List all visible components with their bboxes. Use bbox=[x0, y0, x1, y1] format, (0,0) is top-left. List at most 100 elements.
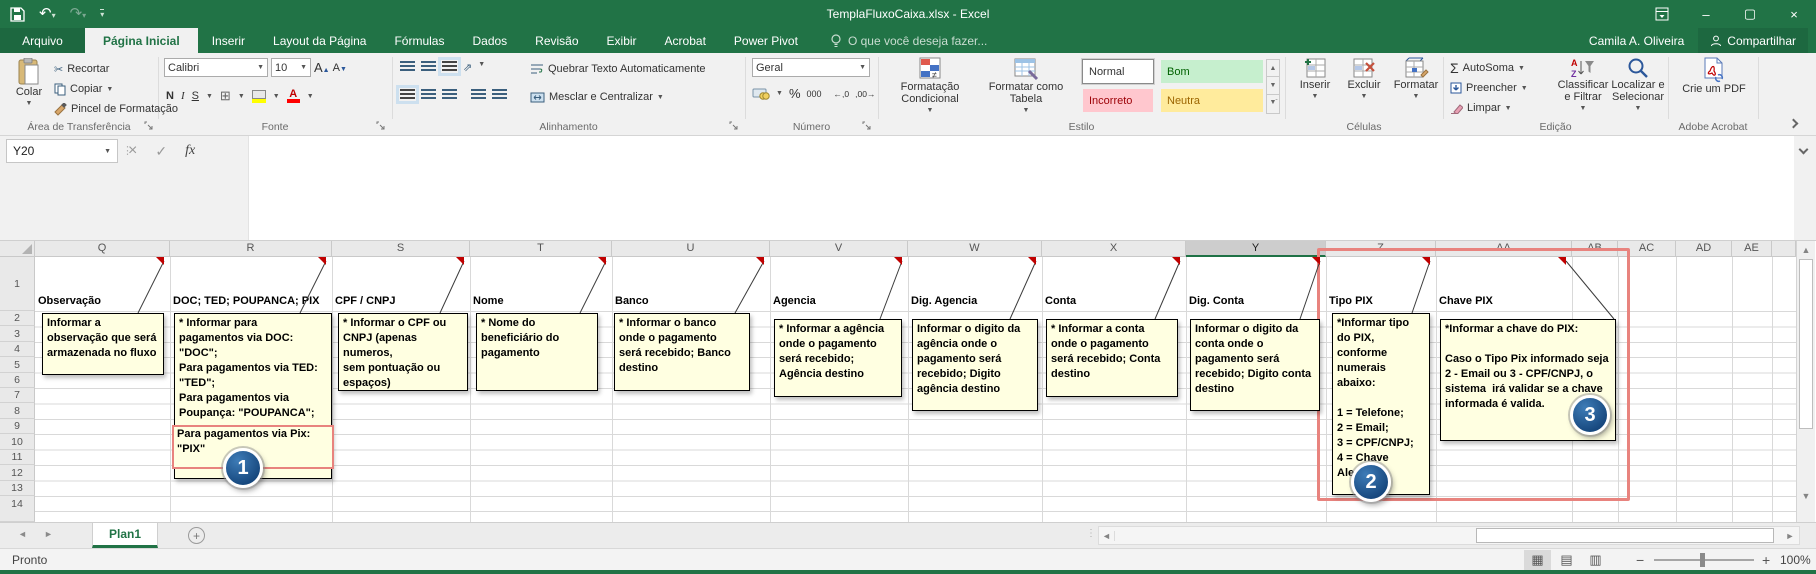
merge-center-button[interactable]: Mesclar e Centralizar▼ bbox=[530, 87, 664, 107]
column-header-v[interactable]: V bbox=[770, 241, 908, 257]
cell-title-nome[interactable]: Nome bbox=[473, 295, 504, 310]
horizontal-scrollbar[interactable]: ◄ ► bbox=[1098, 526, 1800, 545]
row-header-7[interactable]: 7 bbox=[0, 388, 35, 403]
autosum-button[interactable]: ΣAutoSoma▼ bbox=[1450, 58, 1528, 78]
format-painter-button[interactable]: Pincel de Formatação bbox=[54, 99, 178, 119]
paste-button[interactable]: Colar ▼ bbox=[8, 58, 50, 110]
align-right-icon[interactable] bbox=[442, 89, 457, 100]
wrap-text-button[interactable]: Quebrar Texto Automaticamente bbox=[530, 59, 706, 79]
align-left-icon[interactable] bbox=[400, 89, 415, 100]
scroll-down-arrow[interactable]: ▼ bbox=[1797, 491, 1815, 501]
column-header-s[interactable]: S bbox=[332, 241, 470, 257]
sheet-nav-prev[interactable]: ◄ bbox=[18, 529, 27, 539]
cell-style-neutra[interactable]: Neutra bbox=[1160, 88, 1264, 113]
format-as-table-button[interactable]: Formatar como Tabela▼ bbox=[980, 57, 1072, 117]
row-header-2[interactable]: 2 bbox=[0, 311, 35, 326]
orientation-button[interactable]: ⇗ bbox=[463, 61, 472, 74]
tab-scroll-splitter[interactable]: ⋮ bbox=[1086, 528, 1096, 539]
align-bottom-icon[interactable] bbox=[442, 61, 457, 72]
ribbon-display-options-button[interactable] bbox=[1640, 0, 1684, 28]
percent-style-button[interactable]: % bbox=[789, 86, 801, 101]
increase-indent-icon[interactable] bbox=[492, 89, 507, 100]
view-page-layout-button[interactable]: ▤ bbox=[1553, 550, 1580, 570]
column-header-t[interactable]: T bbox=[470, 241, 612, 257]
number-dialog-launcher[interactable] bbox=[862, 121, 873, 132]
styles-scroll-up[interactable]: ▲ bbox=[1266, 59, 1280, 77]
horizontal-scroll-thumb[interactable] bbox=[1476, 528, 1774, 543]
cut-button[interactable]: ✂Recortar bbox=[54, 59, 178, 79]
minimize-button[interactable]: – bbox=[1684, 0, 1728, 28]
row-header-4[interactable]: 4 bbox=[0, 342, 35, 357]
column-header-x[interactable]: X bbox=[1042, 241, 1186, 257]
cell-title-dig-conta[interactable]: Dig. Conta bbox=[1189, 295, 1244, 310]
column-header-r[interactable]: R bbox=[170, 241, 332, 257]
cell-style-bom[interactable]: Bom bbox=[1160, 59, 1264, 84]
sheet-tab-plan1[interactable]: Plan1 bbox=[92, 523, 158, 548]
tab-exibir[interactable]: Exibir bbox=[593, 28, 651, 53]
font-size-select[interactable]: 10▼ bbox=[271, 58, 311, 77]
select-all-corner[interactable] bbox=[0, 241, 35, 257]
column-header-ae[interactable]: AE bbox=[1732, 241, 1772, 257]
hscroll-right-arrow[interactable]: ► bbox=[1783, 531, 1797, 541]
name-box[interactable]: Y20▼ bbox=[6, 139, 118, 163]
row-header-8[interactable]: 8 bbox=[0, 403, 35, 419]
tab-power-pivot[interactable]: Power Pivot bbox=[720, 28, 812, 53]
copy-button[interactable]: Copiar▼ bbox=[54, 79, 178, 99]
fill-color-button[interactable] bbox=[252, 90, 266, 103]
cell-title-observacao[interactable]: Observação bbox=[38, 295, 101, 310]
row-header-10[interactable]: 10 bbox=[0, 434, 35, 450]
view-page-break-button[interactable]: ▥ bbox=[1582, 550, 1609, 570]
column-header-w[interactable]: W bbox=[908, 241, 1042, 257]
tab-dados[interactable]: Dados bbox=[458, 28, 521, 53]
vertical-scrollbar[interactable]: ▲ ▼ bbox=[1796, 241, 1815, 522]
view-normal-button[interactable]: ▦ bbox=[1524, 550, 1551, 570]
decrease-decimal-button[interactable]: ,00→ bbox=[855, 89, 875, 99]
column-header-y-selected[interactable]: Y bbox=[1186, 241, 1326, 257]
row-header-14[interactable]: 14 bbox=[0, 496, 35, 522]
cell-title-doc-ted[interactable]: DOC; TED; POUPANCA; PIX bbox=[173, 295, 319, 310]
conditional-formatting-button[interactable]: ≠ Formatação Condicional▼ bbox=[884, 57, 976, 117]
row-header-3[interactable]: 3 bbox=[0, 326, 35, 342]
tell-me-search[interactable]: O que você deseja fazer... bbox=[830, 28, 987, 53]
styles-gallery-more[interactable]: ▼̄ bbox=[1266, 95, 1280, 114]
fx-icon[interactable]: fx bbox=[185, 143, 195, 159]
zoom-out-button[interactable]: − bbox=[1636, 552, 1644, 568]
bold-button[interactable]: N bbox=[166, 90, 174, 102]
tab-acrobat[interactable]: Acrobat bbox=[651, 28, 720, 53]
cell-title-conta[interactable]: Conta bbox=[1045, 295, 1076, 310]
create-pdf-button[interactable]: Crie um PDF bbox=[1678, 57, 1750, 95]
borders-button[interactable]: ⊞ bbox=[220, 88, 231, 104]
tab-layout-da-pagina[interactable]: Layout da Página bbox=[259, 28, 380, 53]
maximize-button[interactable]: ▢ bbox=[1728, 0, 1772, 28]
tab-arquivo[interactable]: Arquivo bbox=[0, 28, 85, 53]
sheet-nav-next[interactable]: ► bbox=[44, 529, 53, 539]
cell-title-cpf-cnpj[interactable]: CPF / CNPJ bbox=[335, 295, 396, 310]
sort-filter-button[interactable]: AZ Classificar e Filtrar▼ bbox=[1556, 57, 1610, 115]
row-header-13[interactable]: 13 bbox=[0, 481, 35, 496]
clipboard-dialog-launcher[interactable] bbox=[144, 121, 155, 132]
align-center-icon[interactable] bbox=[421, 89, 436, 100]
fill-button[interactable]: Preencher▼ bbox=[1450, 78, 1528, 98]
cell-style-incorreto[interactable]: Incorreto bbox=[1082, 88, 1154, 113]
user-name[interactable]: Camila A. Oliveira bbox=[1589, 34, 1684, 48]
find-select-button[interactable]: Localizar e Selecionar▼ bbox=[1610, 57, 1666, 115]
tab-pagina-inicial[interactable]: Página Inicial bbox=[85, 28, 198, 53]
alignment-dialog-launcher[interactable] bbox=[729, 121, 740, 132]
zoom-in-button[interactable]: + bbox=[1762, 552, 1770, 568]
hscroll-left-arrow[interactable]: ◄ bbox=[1099, 531, 1115, 541]
shrink-font-button[interactable]: A▼ bbox=[333, 62, 347, 74]
clear-button[interactable]: Limpar▼ bbox=[1450, 98, 1528, 118]
accounting-format-button[interactable] bbox=[752, 87, 770, 100]
grow-font-button[interactable]: A▲ bbox=[314, 60, 330, 75]
close-button[interactable]: × bbox=[1772, 0, 1816, 28]
row-header-12[interactable]: 12 bbox=[0, 465, 35, 481]
cell-title-dig-agencia[interactable]: Dig. Agencia bbox=[911, 295, 977, 310]
font-dialog-launcher[interactable] bbox=[376, 121, 387, 132]
row-header-6[interactable]: 6 bbox=[0, 373, 35, 388]
tab-revisao[interactable]: Revisão bbox=[521, 28, 592, 53]
row-header-9[interactable]: 9 bbox=[0, 419, 35, 434]
row-header-5[interactable]: 5 bbox=[0, 357, 35, 373]
styles-scroll-down[interactable]: ▼ bbox=[1266, 77, 1280, 95]
cell-style-normal[interactable]: Normal bbox=[1082, 59, 1154, 84]
decrease-indent-icon[interactable] bbox=[471, 89, 486, 100]
